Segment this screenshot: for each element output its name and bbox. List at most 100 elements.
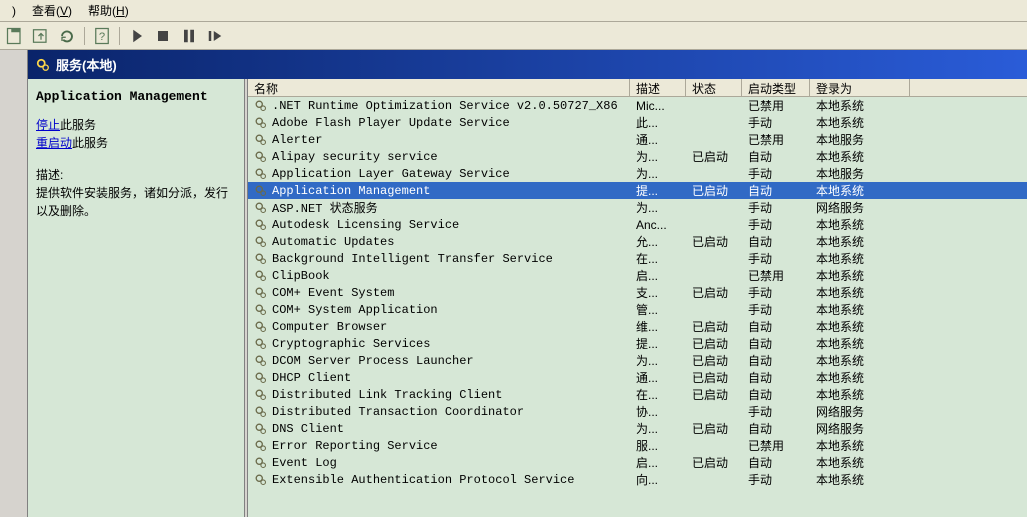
service-icon	[254, 218, 268, 232]
service-row[interactable]: COM+ Event System支...已启动手动本地系统	[248, 284, 1027, 301]
service-row[interactable]: Distributed Link Tracking Client在...已启动自…	[248, 386, 1027, 403]
service-desc: 通...	[630, 131, 686, 148]
service-name: Event Log	[272, 456, 337, 470]
toolbar-separator-2	[119, 27, 120, 45]
service-row[interactable]: Alerter通...已禁用本地服务	[248, 131, 1027, 148]
service-state: 已启动	[686, 182, 742, 199]
service-start: 手动	[742, 165, 810, 182]
service-start: 自动	[742, 454, 810, 471]
service-row[interactable]: .NET Runtime Optimization Service v2.0.5…	[248, 97, 1027, 114]
service-logon: 本地系统	[810, 216, 910, 233]
service-state: 已启动	[686, 352, 742, 369]
service-row[interactable]: DNS Client为...已启动自动网络服务	[248, 420, 1027, 437]
service-row[interactable]: ASP.NET 状态服务为...手动网络服务	[248, 199, 1027, 216]
service-row[interactable]: Automatic Updates允...已启动自动本地系统	[248, 233, 1027, 250]
toolbar-stop-icon[interactable]	[152, 25, 174, 47]
service-row[interactable]: Alipay security service为...已启动自动本地系统	[248, 148, 1027, 165]
content-pane: 服务(本地) Application Management 停止此服务 重启动此…	[28, 50, 1027, 517]
service-start: 自动	[742, 335, 810, 352]
toolbar-separator	[84, 27, 85, 45]
service-row[interactable]: Background Intelligent Transfer Service在…	[248, 250, 1027, 267]
service-logon: 本地系统	[810, 250, 910, 267]
service-logon: 网络服务	[810, 403, 910, 420]
service-row[interactable]: COM+ System Application管...手动本地系统	[248, 301, 1027, 318]
toolbar-help-icon[interactable]: ?	[91, 25, 113, 47]
service-desc: 为...	[630, 199, 686, 216]
service-name: DNS Client	[272, 422, 344, 436]
service-logon: 本地系统	[810, 301, 910, 318]
service-start: 已禁用	[742, 97, 810, 114]
toolbar-btn-1[interactable]	[4, 25, 26, 47]
service-row[interactable]: Application Layer Gateway Service为...手动本…	[248, 165, 1027, 182]
service-start: 手动	[742, 216, 810, 233]
service-icon	[254, 405, 268, 419]
services-header-icon	[36, 58, 50, 72]
service-desc: 为...	[630, 420, 686, 437]
service-logon: 本地系统	[810, 471, 910, 488]
service-logon: 本地系统	[810, 148, 910, 165]
service-row[interactable]: Computer Browser维...已启动自动本地系统	[248, 318, 1027, 335]
col-start[interactable]: 启动类型	[742, 79, 810, 96]
service-start: 自动	[742, 148, 810, 165]
service-row[interactable]: DCOM Server Process Launcher为...已启动自动本地系…	[248, 352, 1027, 369]
service-icon	[254, 235, 268, 249]
col-state[interactable]: 状态	[686, 79, 742, 96]
service-desc: 为...	[630, 352, 686, 369]
service-row[interactable]: Cryptographic Services提...已启动自动本地系统	[248, 335, 1027, 352]
col-desc[interactable]: 描述	[630, 79, 686, 96]
menu-view[interactable]: 查看(V)	[24, 0, 80, 21]
service-state: 已启动	[686, 420, 742, 437]
detail-desc-label: 描述:	[36, 166, 236, 184]
service-row[interactable]: Application Management提...已启动自动本地系统	[248, 182, 1027, 199]
service-row[interactable]: DHCP Client通...已启动自动本地系统	[248, 369, 1027, 386]
service-icon	[254, 473, 268, 487]
toolbar: ?	[0, 22, 1027, 50]
service-row[interactable]: Extensible Authentication Protocol Servi…	[248, 471, 1027, 488]
service-desc: Anc...	[630, 218, 686, 232]
service-row[interactable]: Distributed Transaction Coordinator协...手…	[248, 403, 1027, 420]
service-icon	[254, 286, 268, 300]
service-name: DHCP Client	[272, 371, 351, 385]
service-logon: 本地系统	[810, 97, 910, 114]
service-state: 已启动	[686, 335, 742, 352]
service-row[interactable]: Adobe Flash Player Update Service此...手动本…	[248, 114, 1027, 131]
toolbar-export-icon[interactable]	[30, 25, 52, 47]
svg-text:?: ?	[99, 30, 105, 42]
toolbar-restart-icon[interactable]	[204, 25, 226, 47]
service-name: COM+ System Application	[272, 303, 438, 317]
service-start: 手动	[742, 403, 810, 420]
service-state: 已启动	[686, 454, 742, 471]
toolbar-pause-icon[interactable]	[178, 25, 200, 47]
content-header: 服务(本地)	[28, 50, 1027, 79]
service-desc: 启...	[630, 454, 686, 471]
service-desc: 在...	[630, 386, 686, 403]
service-icon	[254, 167, 268, 181]
menu-extra[interactable]: )	[4, 2, 24, 20]
service-desc: 服...	[630, 437, 686, 454]
service-name: ClipBook	[272, 269, 330, 283]
col-logon[interactable]: 登录为	[810, 79, 910, 96]
service-name: Alerter	[272, 133, 322, 147]
service-start: 手动	[742, 199, 810, 216]
service-row[interactable]: Error Reporting Service服...已禁用本地系统	[248, 437, 1027, 454]
detail-service-name: Application Management	[36, 89, 236, 104]
service-logon: 本地系统	[810, 284, 910, 301]
menu-help[interactable]: 帮助(H)	[80, 0, 137, 21]
detail-pane: Application Management 停止此服务 重启动此服务 描述: …	[28, 79, 244, 517]
service-desc: 此...	[630, 114, 686, 131]
restart-link[interactable]: 重启动	[36, 136, 72, 150]
stop-link[interactable]: 停止	[36, 118, 60, 132]
service-desc: 为...	[630, 148, 686, 165]
service-logon: 本地系统	[810, 352, 910, 369]
service-row[interactable]: ClipBook启...已禁用本地系统	[248, 267, 1027, 284]
service-logon: 本地系统	[810, 369, 910, 386]
toolbar-play-icon[interactable]	[126, 25, 148, 47]
col-name[interactable]: 名称	[248, 79, 630, 96]
service-name: COM+ Event System	[272, 286, 394, 300]
service-row[interactable]: Autodesk Licensing ServiceAnc...手动本地系统	[248, 216, 1027, 233]
service-row[interactable]: Event Log启...已启动自动本地系统	[248, 454, 1027, 471]
service-state: 已启动	[686, 284, 742, 301]
service-name: Application Management	[272, 184, 430, 198]
service-name: Distributed Transaction Coordinator	[272, 405, 524, 419]
toolbar-refresh-icon[interactable]	[56, 25, 78, 47]
